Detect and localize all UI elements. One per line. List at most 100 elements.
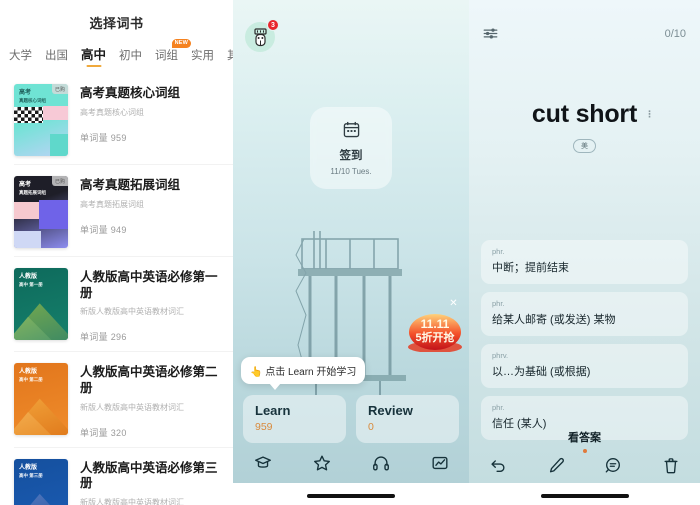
quiz-panel: 0/10 cut short ⋮ 美 phr. 中断；提前结束 phr. 给某人邮寄 … [469, 0, 700, 505]
count-prefix: 单词量 [80, 224, 108, 235]
promo-line2: 5折开抢 [415, 330, 455, 344]
progress-counter: 0/10 [664, 27, 686, 40]
book-cover: 人教版 高中 第一册 [14, 268, 68, 340]
checkin-title: 签到 [339, 149, 363, 162]
wordbook-list[interactable]: 高考 真题核心词组 已购 高考真题核心词组 高考真题核心词组 单词量 959 高考 真题拓展词… [0, 73, 233, 505]
quiz-header: 0/10 [483, 26, 686, 41]
answer-option[interactable]: phr. 给某人邮寄 (或发送) 某物 [481, 292, 688, 336]
undo-button[interactable] [489, 456, 507, 474]
sliders-icon [483, 28, 498, 39]
wordbook-selection-panel: 选择词书 大学出国高中初中词组NEW实用其他小学 高考真题核心词组已购高考真题核… [0, 0, 233, 505]
wordbook-item[interactable]: 高考 真题拓展词组 已购 高考真题拓展词组 高考真题拓展词组 单词量 949 [0, 165, 233, 257]
book-cover: 人教版 高中 第二册 [14, 363, 68, 436]
nav-chart[interactable] [430, 453, 450, 473]
see-answer-label: 看答案 [568, 432, 601, 444]
cover-line-2: 真题拓展词组 [19, 190, 46, 195]
option-pos: phr. [492, 247, 505, 256]
cover-line-1: 高考 [19, 182, 32, 188]
option-pos: phr. [492, 299, 505, 308]
pronunciation-badge[interactable]: 美 [573, 139, 596, 153]
settings-button[interactable] [483, 26, 498, 41]
learn-label: Learn [255, 403, 291, 418]
trash-icon [664, 458, 678, 474]
book-word-count: 单词量 296 [80, 330, 221, 343]
nav-headphones[interactable] [371, 453, 391, 473]
option-meaning: 给某人邮寄 (或发送) 某物 [492, 314, 616, 326]
page-title: 选择词书 [0, 0, 233, 44]
option-pos: phr. [492, 403, 505, 412]
count-prefix: 单词量 [80, 132, 108, 143]
book-cover: 高考 真题核心词组 已购 [14, 84, 68, 156]
home-indicator [307, 494, 395, 498]
cover-line-2: 高中 第三册 [19, 472, 43, 478]
chart-icon [432, 456, 447, 470]
star-icon [313, 455, 330, 471]
book-title: 人教版高中英语必修第二册 [80, 365, 218, 395]
promo-graphic: 11.11 5折开抢 [408, 314, 462, 353]
nav-star[interactable] [312, 453, 332, 473]
delete-button[interactable] [662, 456, 680, 474]
cover-label: 高考 真题拓展词组 [19, 181, 46, 197]
edit-button[interactable] [547, 456, 565, 474]
cover-label: 人教版 高中 第三册 [19, 464, 43, 480]
owned-badge: 已购 [51, 176, 68, 186]
answer-option[interactable]: phrv. 以…为基础 (或根据) [481, 344, 688, 388]
count-prefix: 单词量 [80, 427, 108, 438]
wordbook-item[interactable]: 人教版 高中 第二册 人教版高中英语必修第二册 新版人教版高中英语教材词汇 单词量 32… [0, 352, 233, 448]
owl-mascot-icon [253, 27, 267, 46]
word-options-icon[interactable]: ⋮ [645, 109, 654, 120]
tab-1[interactable]: 出国 [45, 47, 68, 67]
review-button[interactable]: Review 0 [356, 395, 459, 443]
book-info: 人教版高中英语必修第三册新版人教版高中英语教材词汇单词量 345 [80, 459, 221, 505]
learn-count: 959 [255, 421, 273, 433]
book-subtitle: 新版人教版高中英语教材词汇 [80, 497, 184, 505]
count-value: 949 [110, 224, 127, 235]
wordbook-item[interactable]: 高考 真题核心词组 已购 高考真题核心词组 高考真题核心词组 单词量 959 [0, 73, 233, 165]
answer-option[interactable]: phr. 中断；提前结束 [481, 240, 688, 284]
undo-icon [491, 460, 505, 472]
comment-button[interactable] [604, 456, 622, 474]
book-title: 高考真题拓展词组 [80, 178, 181, 192]
book-info: 人教版高中英语必修第一册 新版人教版高中英语教材词汇 单词量 296 [80, 268, 221, 343]
tab-0[interactable]: 大学 [9, 47, 32, 67]
book-subtitle: 高考真题拓展词组 [80, 199, 144, 209]
checkin-card[interactable]: 签到 11/10 Tues. [310, 107, 392, 189]
tab-label: 高中 [81, 48, 107, 62]
nav-graduation-cap[interactable] [253, 453, 273, 473]
tab-label: 词组 [155, 50, 179, 62]
tab-3[interactable]: 初中 [119, 47, 142, 67]
tab-2[interactable]: 高中 [81, 44, 106, 67]
app-root: 选择词书 大学出国高中初中词组NEW实用其他小学 高考真题核心词组已购高考真题核… [0, 0, 700, 505]
tab-label: 实用 [191, 50, 215, 62]
promo-banner[interactable]: ✕ 11.11 5折开抢 [407, 298, 463, 353]
count-value: 959 [110, 132, 127, 143]
owned-badge: 已购 [51, 84, 68, 94]
comment-icon [606, 458, 621, 473]
tab-4[interactable]: 词组 NEW [155, 39, 192, 67]
book-word-count: 单词量 949 [80, 223, 180, 236]
headphones-icon [372, 456, 389, 471]
option-meaning: 中断；提前结束 [492, 262, 569, 274]
learn-button[interactable]: Learn 959 [243, 395, 346, 443]
book-word-count: 单词量 959 [80, 131, 180, 144]
book-cover: 人教版 高中 第三册 [14, 458, 68, 505]
avatar[interactable]: 3 [245, 19, 279, 52]
book-subtitle: 新版人教版高中英语教材词汇 [80, 307, 184, 317]
wordbook-item[interactable]: 人教版高中 第三册 人教版高中英语必修第三册新版人教版高中英语教材词汇单词量 34… [0, 448, 233, 505]
category-tabbar: 大学出国高中初中词组NEW实用其他小学 [0, 39, 233, 73]
quiz-word: cut short ⋮ [532, 100, 654, 129]
wordbook-item[interactable]: 人教版 高中 第一册 人教版高中英语必修第一册 新版人教版高中英语教材词汇 单词量 29… [0, 257, 233, 353]
learn-tooltip: 👆 点击 Learn 开始学习 [241, 357, 366, 390]
cover-label: 人教版 高中 第一册 [19, 273, 43, 289]
close-icon[interactable]: ✕ [448, 298, 459, 309]
review-label: Review [368, 403, 413, 418]
calendar-icon [343, 121, 359, 137]
graduation-cap-icon [254, 456, 271, 468]
cover-line-1: 人教版 [19, 369, 38, 376]
tab-5[interactable]: 实用 [191, 47, 214, 67]
cover-line-2: 高中 第二册 [19, 377, 43, 383]
promo-line1: 11.11 [421, 317, 450, 331]
new-badge: NEW [171, 39, 192, 48]
cover-line-1: 人教版 [19, 464, 38, 471]
option-pos: phrv. [492, 351, 509, 360]
